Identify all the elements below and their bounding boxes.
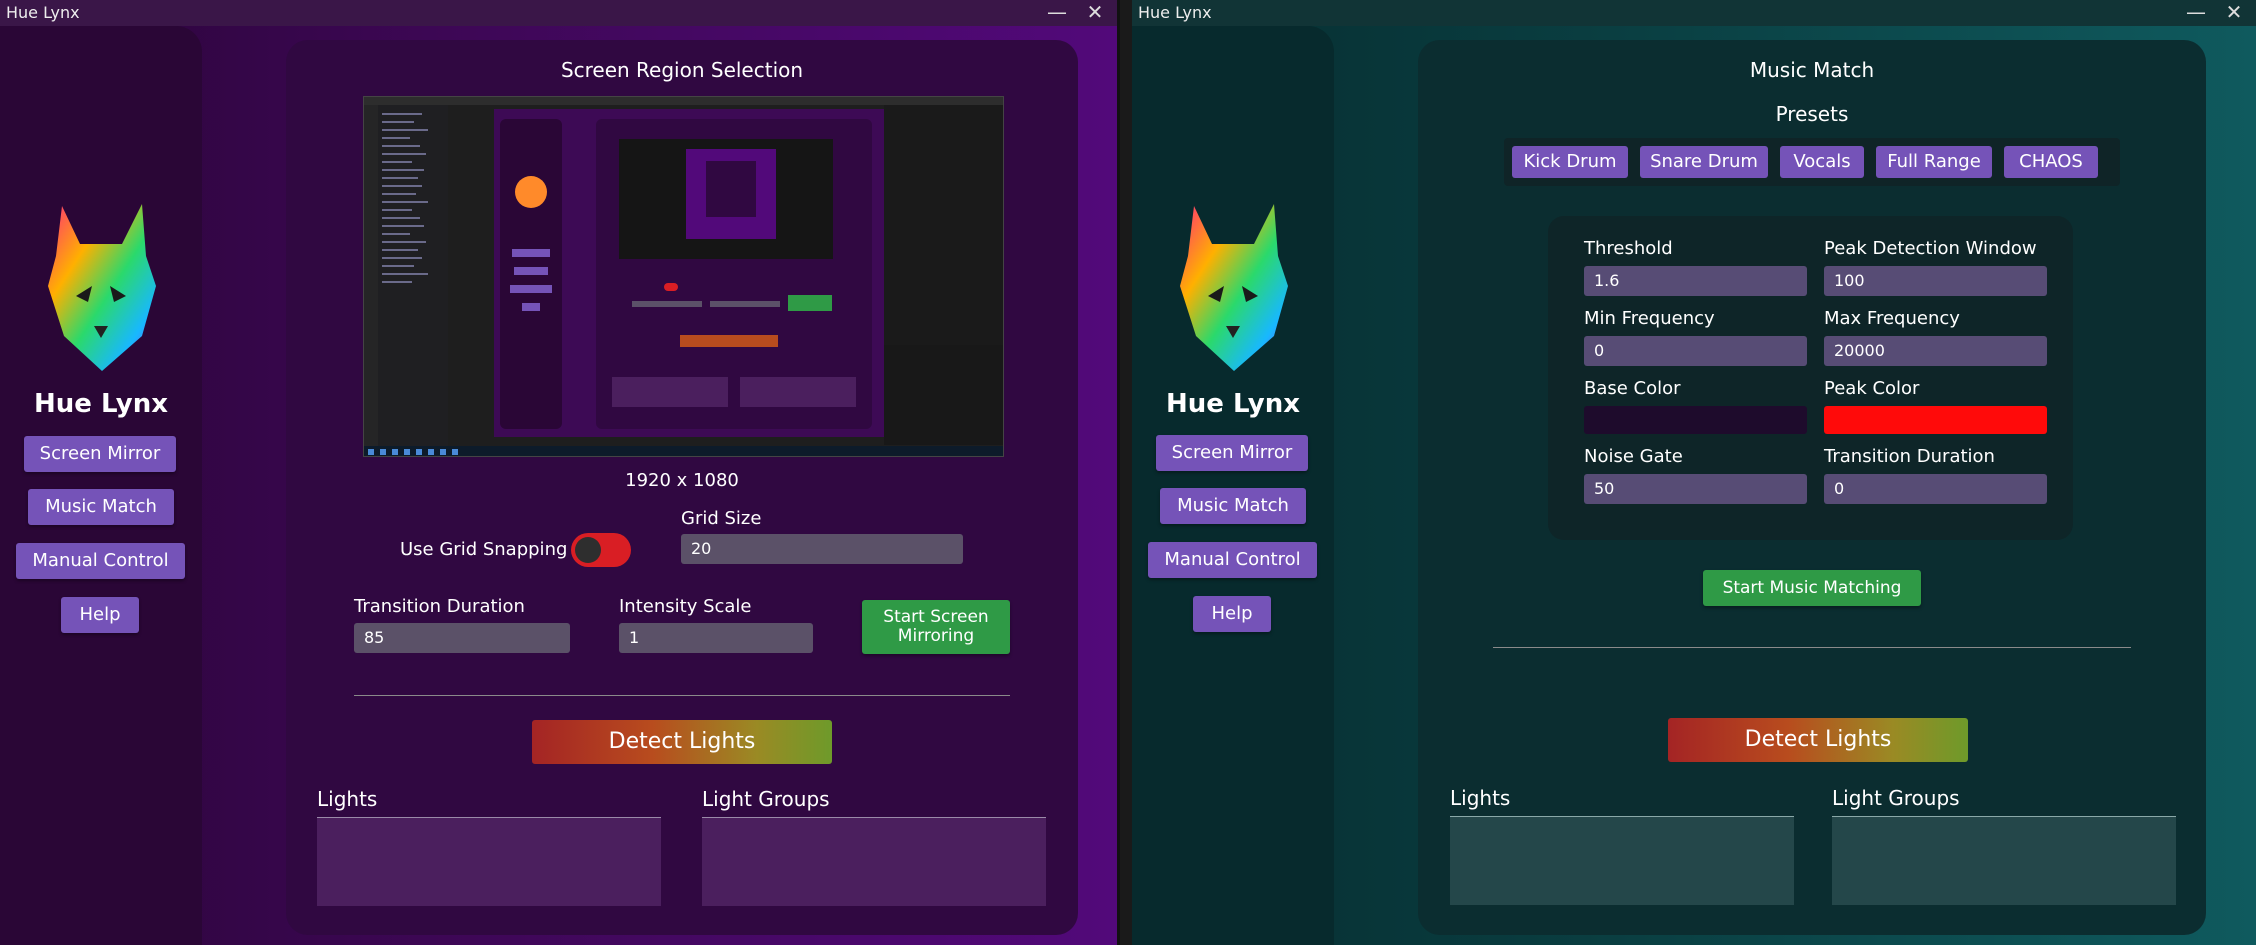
screen-region-panel: Screen Region Selection 1920 x 1080 Use …: [286, 40, 1078, 935]
music-match-button[interactable]: Music Match: [28, 489, 174, 525]
minimize-icon[interactable]: —: [2178, 0, 2214, 26]
app-name: Hue Lynx: [34, 389, 168, 419]
screen-preview-image: [364, 97, 1003, 456]
grid-snapping-toggle[interactable]: [571, 533, 631, 567]
preset-chaos-button[interactable]: CHAOS: [2004, 146, 2098, 178]
transition-duration-input[interactable]: 85: [354, 623, 570, 653]
panel-title: Music Match: [1749, 58, 1875, 82]
lights-label: Lights: [1450, 786, 1511, 810]
base-color-swatch[interactable]: [1584, 406, 1807, 434]
manual-control-button[interactable]: Manual Control: [16, 543, 185, 579]
grid-size-label: Grid Size: [681, 508, 762, 529]
minimize-icon[interactable]: —: [1039, 0, 1075, 26]
lights-label: Lights: [317, 787, 378, 811]
transition-duration-label: Transition Duration: [354, 596, 525, 617]
help-button[interactable]: Help: [1193, 596, 1271, 632]
preset-vocals-button[interactable]: Vocals: [1780, 146, 1864, 178]
screen-mirror-window: Hue Lynx — ✕ Hue Lynx Screen Mirror Musi…: [0, 0, 1120, 945]
screen-mirror-button[interactable]: Screen Mirror: [1156, 435, 1308, 471]
preset-kick-drum-button[interactable]: Kick Drum: [1512, 146, 1628, 178]
min-frequency-label: Min Frequency: [1584, 308, 1715, 329]
screen-mirror-button[interactable]: Screen Mirror: [24, 436, 176, 472]
window-title: Hue Lynx: [6, 3, 80, 22]
base-color-label: Base Color: [1584, 378, 1681, 399]
title-bar: Hue Lynx — ✕: [0, 0, 1117, 26]
lights-list[interactable]: [1450, 817, 1794, 905]
light-groups-label: Light Groups: [1832, 786, 1960, 810]
light-groups-label: Light Groups: [702, 787, 830, 811]
peak-detection-window-label: Peak Detection Window: [1824, 238, 2037, 259]
transition-duration-label: Transition Duration: [1824, 446, 1995, 467]
resolution-label: 1920 x 1080: [625, 470, 739, 491]
sidebar: Hue Lynx Screen Mirror Music Match Manua…: [0, 26, 202, 945]
lights-list[interactable]: [317, 818, 661, 906]
lynx-logo-icon: [48, 204, 156, 371]
window-gap: [1120, 0, 1132, 945]
max-frequency-input[interactable]: 20000: [1824, 336, 2047, 366]
music-match-panel: Music Match Presets Kick Drum Snare Drum…: [1418, 40, 2206, 935]
presets-bar: Kick Drum Snare Drum Vocals Full Range C…: [1504, 138, 2120, 186]
close-icon[interactable]: ✕: [1077, 0, 1113, 26]
intensity-scale-label: Intensity Scale: [619, 596, 752, 617]
peak-color-label: Peak Color: [1824, 378, 1920, 399]
transition-duration-input[interactable]: 0: [1824, 474, 2047, 504]
sidebar: Hue Lynx Screen Mirror Music Match Manua…: [1132, 26, 1334, 945]
peak-color-swatch[interactable]: [1824, 406, 2047, 434]
peak-detection-window-input[interactable]: 100: [1824, 266, 2047, 296]
noise-gate-input[interactable]: 50: [1584, 474, 1807, 504]
grid-snapping-label: Use Grid Snapping: [400, 539, 568, 560]
music-match-window: Hue Lynx — ✕ Hue Lynx Screen Mirror Musi…: [1132, 0, 2256, 945]
intensity-scale-input[interactable]: 1: [619, 623, 813, 653]
grid-size-input[interactable]: 20: [681, 534, 963, 564]
app-name: Hue Lynx: [1166, 389, 1300, 419]
divider: [354, 695, 1010, 696]
help-button[interactable]: Help: [61, 597, 139, 633]
title-bar: Hue Lynx — ✕: [1132, 0, 2256, 26]
start-screen-mirroring-button[interactable]: Start Screen Mirroring: [862, 600, 1010, 654]
preset-full-range-button[interactable]: Full Range: [1876, 146, 1992, 178]
detect-lights-button[interactable]: Detect Lights: [1668, 718, 1968, 762]
max-frequency-label: Max Frequency: [1824, 308, 1960, 329]
close-icon[interactable]: ✕: [2216, 0, 2252, 26]
light-groups-list[interactable]: [1832, 817, 2176, 905]
threshold-input[interactable]: 1.6: [1584, 266, 1807, 296]
toggle-knob: [575, 537, 601, 563]
preset-snare-drum-button[interactable]: Snare Drum: [1640, 146, 1768, 178]
divider: [1493, 647, 2131, 648]
min-frequency-input[interactable]: 0: [1584, 336, 1807, 366]
window-title: Hue Lynx: [1138, 3, 1212, 22]
presets-label: Presets: [1775, 102, 1849, 126]
start-music-matching-button[interactable]: Start Music Matching: [1703, 570, 1921, 606]
detect-lights-button[interactable]: Detect Lights: [532, 720, 832, 764]
noise-gate-label: Noise Gate: [1584, 446, 1683, 467]
screen-region-preview[interactable]: [363, 96, 1004, 457]
music-settings-box: Threshold 1.6 Peak Detection Window 100 …: [1548, 216, 2073, 540]
music-match-button[interactable]: Music Match: [1160, 488, 1306, 524]
manual-control-button[interactable]: Manual Control: [1148, 542, 1317, 578]
lynx-logo-icon: [1180, 204, 1288, 371]
threshold-label: Threshold: [1584, 238, 1673, 259]
panel-title: Screen Region Selection: [560, 58, 804, 82]
light-groups-list[interactable]: [702, 818, 1046, 906]
